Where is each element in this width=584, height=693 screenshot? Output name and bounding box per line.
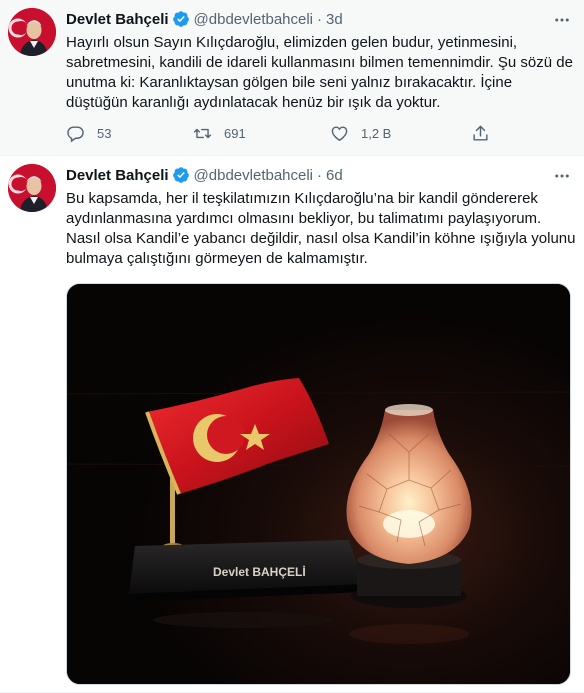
more-dots-icon[interactable] [550, 8, 574, 32]
retweet-count: 691 [224, 125, 246, 141]
heart-icon [331, 125, 348, 141]
tweet-2[interactable]: Devlet Bahçeli @dbdevletbahceli · 6d Bu … [0, 156, 584, 693]
author-name[interactable]: Devlet Bahçeli [66, 167, 169, 184]
avatar[interactable] [8, 8, 56, 56]
tweet-actions: 53 691 1,2 B [66, 122, 496, 144]
more-dots-icon[interactable] [550, 164, 574, 188]
tweet-text: Bu kapsamda, her il teşkilatımızın Kılıç… [66, 189, 576, 269]
verified-badge-icon [172, 11, 189, 27]
like-count: 1,2 B [361, 125, 392, 141]
tweet-header: Devlet Bahçeli @dbdevletbahceli · 6d [66, 165, 572, 185]
tweet-text-line: Bu kapsamda, her il teşkilatımızın Kılıç… [66, 190, 538, 207]
tweet-text-line: aydınlanmasına yardımcı olmasını bekliyo… [66, 210, 542, 227]
retweet-icon [193, 128, 212, 138]
tweet-text-line: unutma ki: Karanlıktaysan gölgen bile se… [66, 74, 513, 91]
tweet-text-line: Nasıl olsa Kandil’e yabancı değildir, na… [66, 230, 576, 247]
separator-dot: · [317, 10, 323, 28]
tweet-header: Devlet Bahçeli @dbdevletbahceli · 3d [66, 9, 572, 29]
like-button[interactable]: 1,2 B [330, 124, 391, 143]
tweet-timestamp[interactable]: 3d [326, 11, 343, 28]
share-button[interactable] [471, 124, 490, 143]
tweet-1[interactable]: Devlet Bahçeli @dbdevletbahceli · 3d Hay… [0, 0, 584, 156]
tweet-text-line: Hayırlı olsun Sayın Kılıçdaroğlu, elimiz… [66, 34, 518, 51]
share-icon [473, 125, 488, 141]
author-name[interactable]: Devlet Bahçeli [66, 11, 169, 28]
avatar-portrait-icon [8, 8, 56, 56]
reply-button[interactable]: 53 [66, 124, 111, 143]
tweet-text: Hayırlı olsun Sayın Kılıçdaroğlu, elimiz… [66, 33, 574, 113]
photo-flag-and-lamp: Devlet BAHÇELİ [67, 284, 570, 684]
author-handle[interactable]: @dbdevletbahceli [194, 11, 313, 28]
tweet-text-line: sabretmesini, kandili de idareli kullanm… [66, 54, 573, 71]
reply-icon [67, 125, 84, 142]
plaque-text: Devlet BAHÇELİ [213, 564, 306, 579]
tweet-photo[interactable]: Devlet BAHÇELİ [66, 283, 571, 685]
tweet-timestamp[interactable]: 6d [326, 167, 343, 184]
retweet-button[interactable]: 691 [193, 124, 246, 143]
avatar[interactable] [8, 164, 56, 212]
author-handle[interactable]: @dbdevletbahceli [194, 167, 313, 184]
verified-badge-icon [172, 167, 189, 183]
tweet-text-line: bulmaya çalıştığını görmeyen de kalmamış… [66, 250, 368, 267]
reply-count: 53 [97, 125, 112, 141]
separator-dot: · [317, 166, 323, 184]
avatar-portrait-icon [8, 164, 56, 212]
tweet-text-line: düştüğün karanlığı aydınlatacak henüz bi… [66, 94, 441, 111]
